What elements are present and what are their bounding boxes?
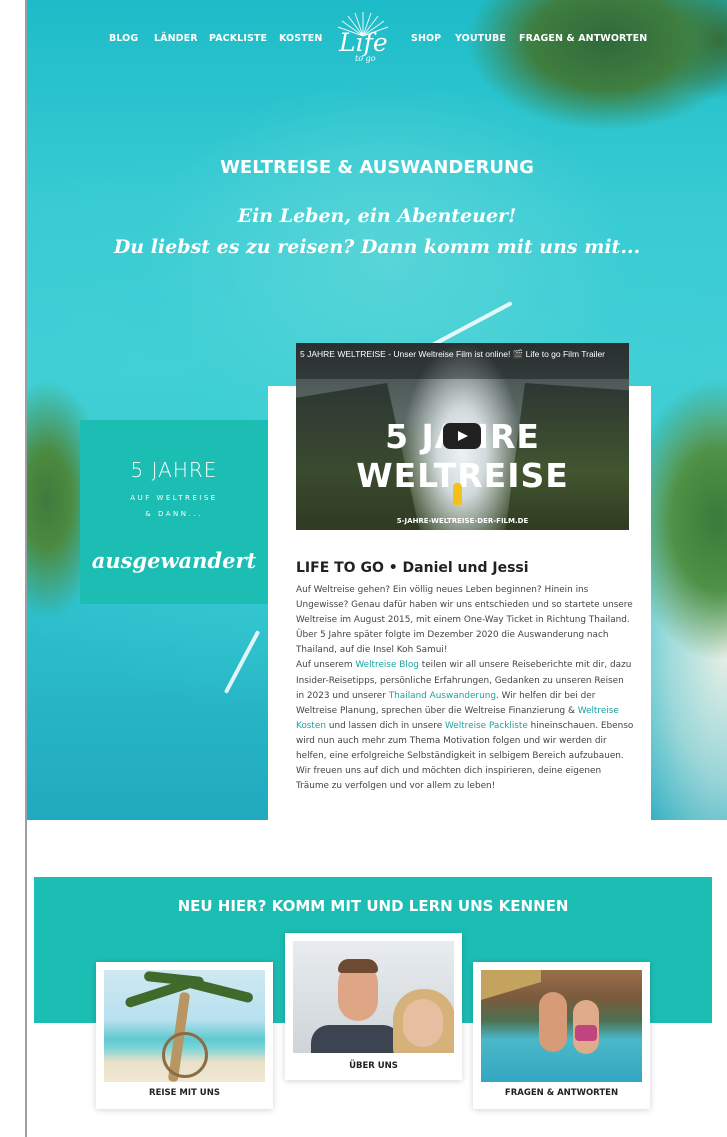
hero-tagline-1: Ein Leben, ein Abenteuer!	[237, 205, 517, 227]
tile-label: FRAGEN & ANTWORTEN	[504, 1088, 619, 1098]
boat-wake	[431, 301, 513, 347]
tile-fragen-antworten[interactable]: FRAGEN & ANTWORTEN	[473, 962, 650, 1109]
nav-item-shop[interactable]: SHOP	[411, 33, 441, 44]
intro-heading: LIFE TO GO • Daniel und Jessi	[296, 560, 529, 576]
intro-text-segment: Auf unserem	[296, 660, 356, 671]
link-weltreise-blog[interactable]: Weltreise Blog	[355, 660, 419, 670]
intro-paragraph-1: Auf Weltreise gehen? Ein völlig neues Le…	[296, 585, 633, 656]
badge-years: 5 JAHRE	[130, 458, 218, 482]
tile-image-couple	[293, 941, 454, 1053]
logo-wordmark: Life	[339, 28, 388, 57]
thatched-roof	[481, 970, 541, 1000]
intro-text-segment: hineinschauen. Ebenso wird nun auch mehr…	[296, 720, 634, 792]
tile-ueber-uns[interactable]: ÜBER UNS	[285, 933, 462, 1080]
youtube-video-embed[interactable]: 5 JAHRE WELTREISE - Unser Weltreise Film…	[296, 343, 629, 530]
tile-image-pool	[481, 970, 642, 1082]
logo-subtext: to go	[355, 54, 376, 63]
tile-label: REISE MIT UNS	[149, 1088, 220, 1098]
nav-item-laender[interactable]: LÄNDER	[154, 33, 198, 44]
hero-tagline-2: Du liebst es zu reisen? Dann komm mit un…	[113, 236, 641, 258]
left-gutter	[0, 0, 27, 1137]
nav-item-blog[interactable]: BLOG	[109, 33, 138, 44]
video-thumbnail-person	[453, 483, 462, 505]
person-hair	[338, 959, 378, 973]
nav-item-kosten[interactable]: KOSTEN	[279, 33, 322, 44]
link-thailand-auswanderung[interactable]: Thailand Auswanderung	[389, 691, 496, 701]
section-title: NEU HIER? KOMM MIT UND LERN UNS KENNEN	[177, 897, 569, 915]
tile-image-beach	[104, 970, 265, 1082]
youtube-play-icon[interactable]	[443, 423, 481, 449]
person-body	[311, 1025, 401, 1053]
person-figure	[539, 992, 567, 1052]
site-logo[interactable]: Life to go	[333, 10, 393, 68]
boat-wake	[223, 630, 261, 694]
tile-label: ÜBER UNS	[349, 1061, 398, 1071]
tile-reise-mit-uns[interactable]: REISE MIT UNS	[96, 962, 273, 1109]
badge-subtitle-2: & DANN...	[145, 510, 203, 518]
badge-subtitle-1: AUF WELTREISE	[130, 494, 218, 502]
intro-text-segment: und lassen dich in unsere	[326, 720, 445, 731]
badge-script: ausgewandert	[91, 548, 257, 573]
nav-item-packliste[interactable]: PACKLISTE	[209, 33, 267, 44]
intro-text: Auf Weltreise gehen? Ein völlig neues Le…	[296, 583, 634, 794]
hero-title: WELTREISE & AUSWANDERUNG	[220, 157, 534, 178]
person-face	[403, 999, 443, 1047]
link-weltreise-packliste[interactable]: Weltreise Packliste	[445, 721, 528, 731]
video-thumbnail-url: 5-JAHRE-WELTREISE-DER-FILM.DE	[396, 517, 529, 525]
years-badge: 5 JAHRE AUF WELTREISE & DANN... ausgewan…	[80, 420, 268, 604]
swimsuit	[575, 1025, 597, 1041]
hammock-ring	[162, 1032, 208, 1078]
nav-item-youtube[interactable]: YOUTUBE	[455, 33, 506, 44]
video-title[interactable]: 5 JAHRE WELTREISE - Unser Weltreise Film…	[300, 348, 620, 360]
nav-item-fragen-antworten[interactable]: FRAGEN & ANTWORTEN	[519, 33, 647, 44]
